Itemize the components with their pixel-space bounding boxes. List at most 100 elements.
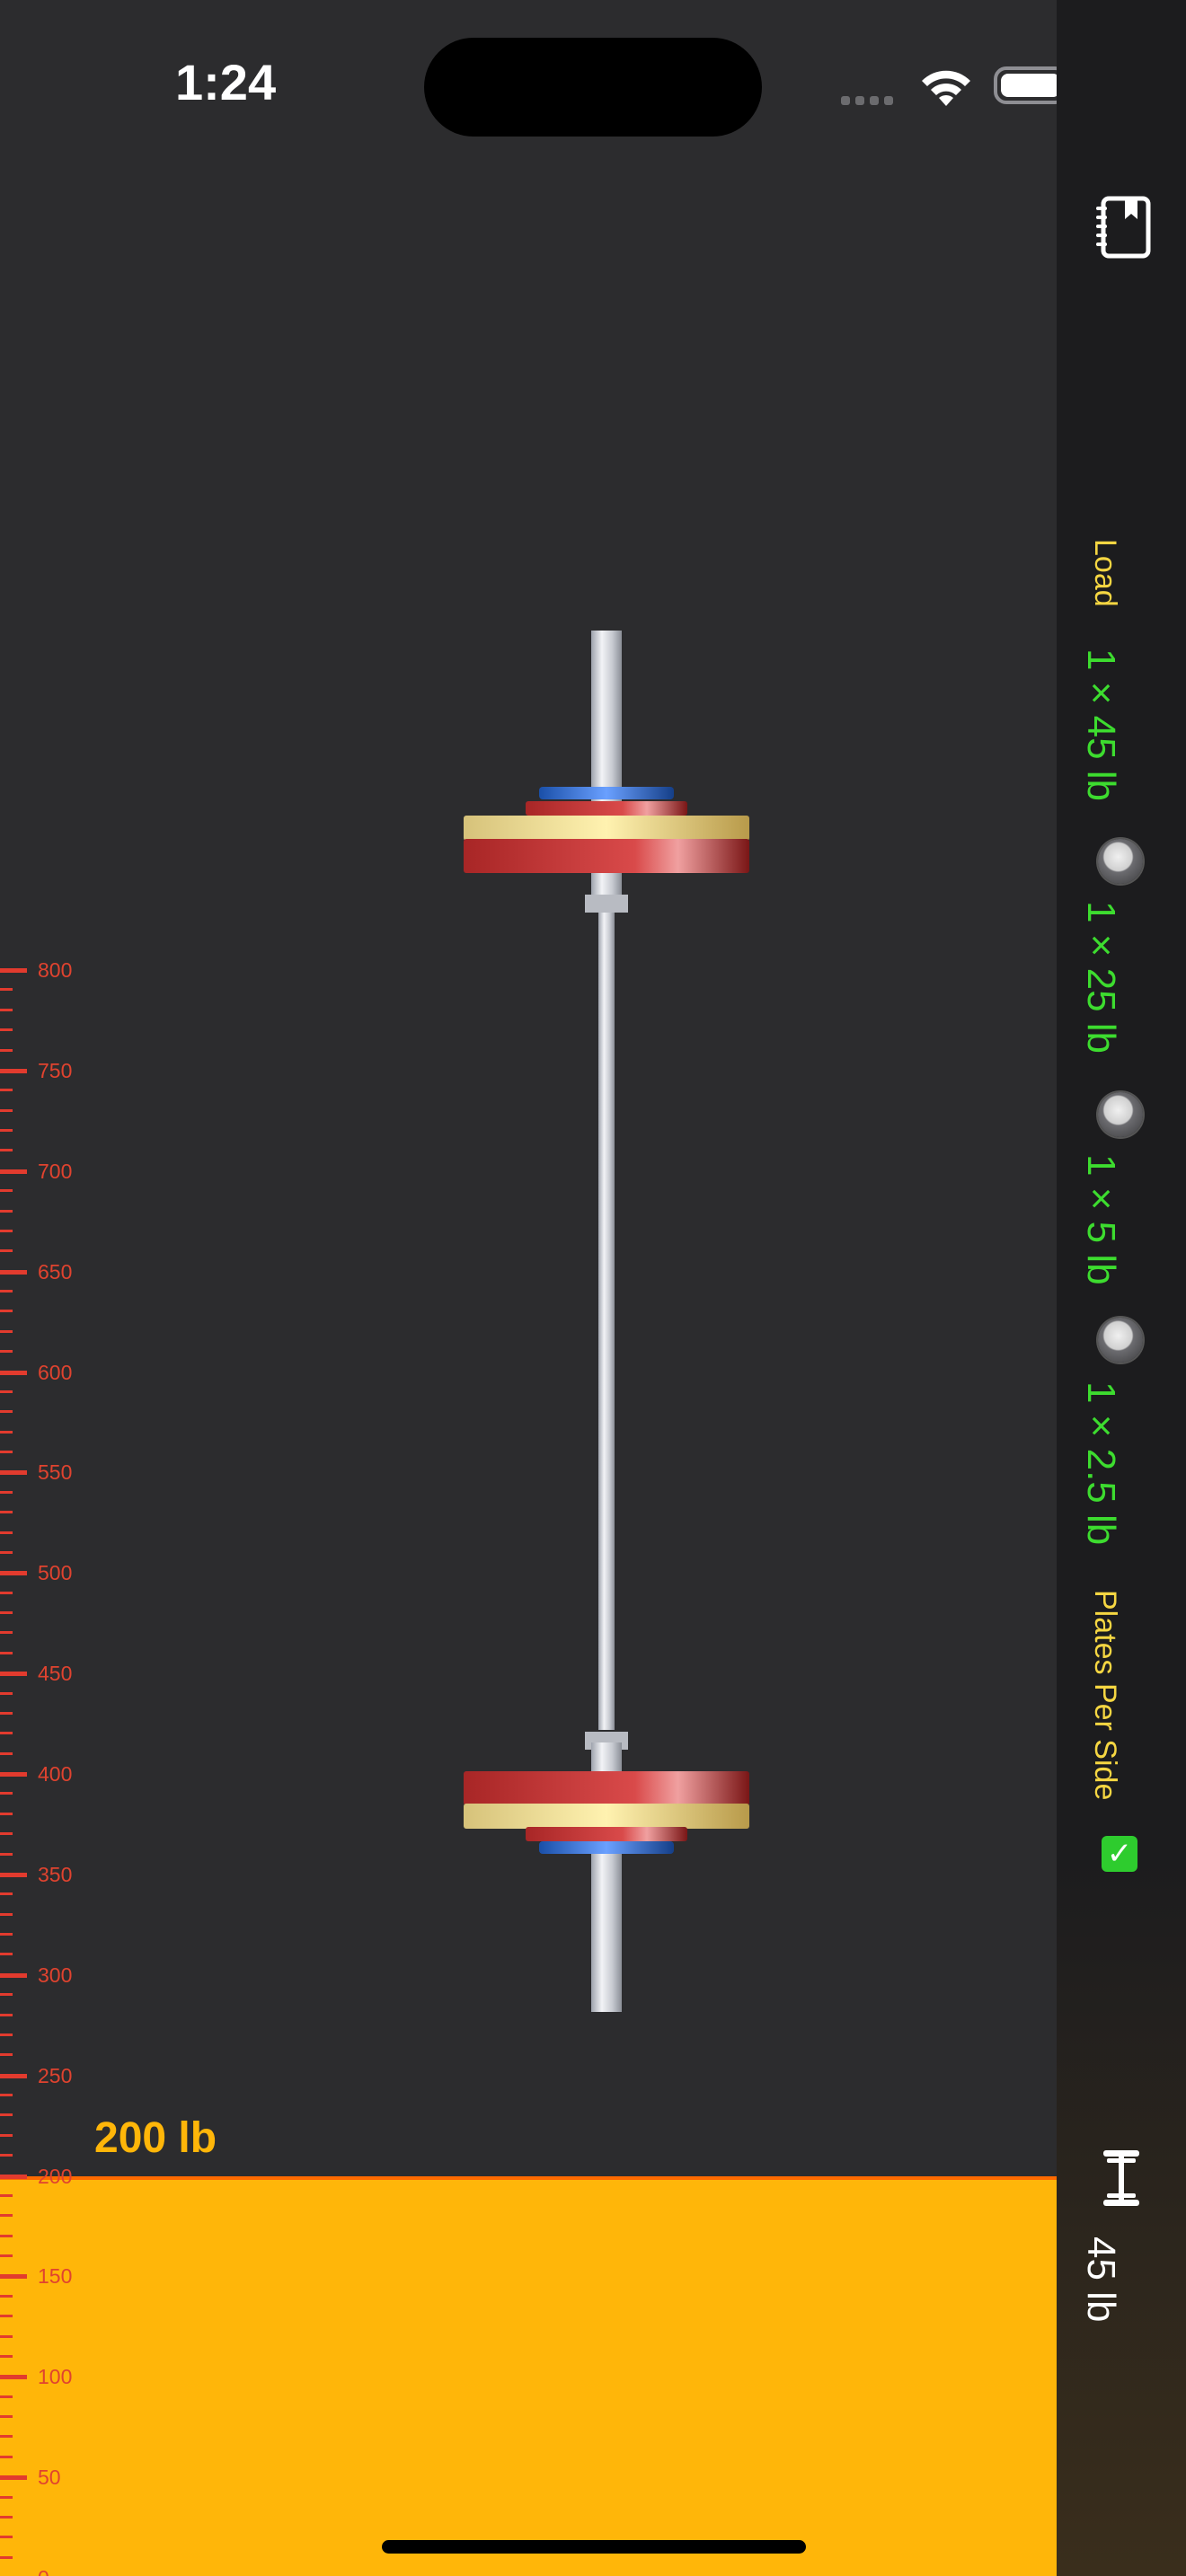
ruler-label: 600 (38, 1360, 73, 1384)
ruler-minor-tick (0, 2455, 13, 2458)
ruler-minor-tick (0, 1108, 13, 1112)
plates-per-side-checkbox[interactable]: ✓ (1102, 1836, 1137, 1872)
ruler-minor-tick (0, 2214, 13, 2218)
barbell-icon[interactable] (1098, 2147, 1145, 2210)
ruler-major-tick (0, 1068, 27, 1073)
ruler-major-tick (0, 1872, 27, 1877)
radio-toggle-3[interactable] (1098, 1318, 1143, 1363)
ruler-minor-tick (0, 2234, 13, 2237)
ruler-label: 750 (38, 1058, 73, 1082)
barbell-visual (464, 631, 749, 2012)
ruler-label: 50 (38, 2466, 61, 2490)
ruler-minor-tick (0, 2495, 13, 2499)
ruler-minor-tick (0, 1611, 13, 1614)
ruler-major-tick (0, 1470, 27, 1476)
ruler-major-tick (0, 2174, 27, 2179)
ruler-minor-tick (0, 1651, 13, 1654)
ruler-label: 700 (38, 1159, 73, 1183)
ruler-minor-tick (0, 2133, 13, 2137)
ruler-minor-tick (0, 1531, 13, 1534)
ruler-major-tick (0, 1169, 27, 1174)
bar-weight-label: 45 lb (1079, 2236, 1123, 2323)
wifi-icon (922, 70, 970, 106)
plate-bottom-5lb (526, 1827, 687, 1841)
ruler-minor-tick (0, 988, 13, 992)
ruler-minor-tick (0, 1711, 13, 1715)
ruler-minor-tick (0, 1691, 13, 1695)
ruler-label: 650 (38, 1259, 73, 1284)
ruler-label: 550 (38, 1460, 73, 1485)
ruler-major-tick (0, 2475, 27, 2481)
ruler-minor-tick (0, 1149, 13, 1152)
plates-per-side-label: Plates Per Side (1088, 1590, 1122, 1801)
ruler-label: 350 (38, 1862, 73, 1886)
cellular-signal-icon (841, 93, 898, 110)
ruler-minor-tick (0, 1350, 13, 1354)
ruler-minor-tick (0, 1028, 13, 1032)
ruler-minor-tick (0, 1993, 13, 1997)
ruler-minor-tick (0, 2536, 13, 2539)
ruler-minor-tick (0, 1591, 13, 1594)
current-weight-label: 200 lb (94, 2113, 217, 2162)
load-label: Load (1088, 539, 1122, 607)
logbook-icon[interactable] (1094, 196, 1154, 259)
ruler-major-tick (0, 1972, 27, 1978)
ruler-minor-tick (0, 1953, 13, 1956)
ruler-minor-tick (0, 2113, 13, 2117)
weight-stage[interactable]: 0 50 100 150 200 250 300 350 400 450 500 550 600 650 7… (0, 0, 1057, 2576)
ruler-major-tick (0, 1571, 27, 1576)
ruler-minor-tick (0, 1209, 13, 1213)
ruler-label: 150 (38, 2264, 73, 2289)
ruler-label: 450 (38, 1662, 73, 1686)
ruler-minor-tick (0, 1550, 13, 1554)
ruler-minor-tick (0, 1451, 13, 1453)
ruler-minor-tick (0, 1912, 13, 1916)
ruler-minor-tick (0, 2013, 13, 2016)
plate-count-2-5[interactable]: 1 × 2.5 lb (1079, 1381, 1123, 1545)
ruler-major-tick (0, 968, 27, 973)
ruler-label: 200 (38, 2164, 73, 2188)
ruler-minor-tick (0, 2395, 13, 2398)
ruler-minor-tick (0, 2415, 13, 2418)
ruler-major-tick (0, 1772, 27, 1777)
plate-count-5[interactable]: 1 × 5 lb (1079, 1154, 1123, 1285)
ruler-minor-tick (0, 1008, 13, 1011)
plate-top-45lb (464, 839, 749, 873)
ruler-minor-tick (0, 2254, 13, 2257)
plate-top-25lb (464, 816, 749, 841)
ruler-minor-tick (0, 1732, 13, 1735)
ruler-minor-tick (0, 1832, 13, 1836)
radio-toggle-1[interactable] (1098, 839, 1143, 884)
ruler-label: 400 (38, 1762, 73, 1786)
ruler-minor-tick (0, 1490, 13, 1494)
ruler-minor-tick (0, 2334, 13, 2338)
ruler-minor-tick (0, 1329, 13, 1333)
ruler-minor-tick (0, 1129, 13, 1132)
dynamic-island (424, 38, 762, 137)
radio-toggle-2[interactable] (1098, 1092, 1143, 1137)
plate-top-2-5lb (539, 787, 674, 799)
ruler-minor-tick (0, 2294, 13, 2298)
home-indicator (382, 2540, 806, 2554)
ruler-minor-tick (0, 1229, 13, 1232)
ruler-minor-tick (0, 2315, 13, 2318)
plate-count-25[interactable]: 1 × 25 lb (1079, 901, 1123, 1054)
ruler-minor-tick (0, 1430, 13, 1434)
plate-count-45[interactable]: 1 × 45 lb (1079, 648, 1123, 801)
ruler-minor-tick (0, 2154, 13, 2157)
ruler-minor-tick (0, 1751, 13, 1755)
ruler-label: 800 (38, 958, 73, 982)
ruler-minor-tick (0, 1410, 13, 1414)
plate-bottom-25lb (464, 1804, 749, 1829)
ruler-label: 100 (38, 2365, 73, 2389)
status-time: 1:24 (175, 54, 277, 110)
weight-ruler[interactable]: 0 50 100 150 200 250 300 350 400 450 500 550 600 650 7… (0, 0, 108, 2576)
ruler-minor-tick (0, 1290, 13, 1292)
ruler-minor-tick (0, 1189, 13, 1193)
ruler-minor-tick (0, 1511, 13, 1514)
weight-fill (0, 2175, 1057, 2576)
ruler-major-tick (0, 1269, 27, 1275)
ruler-label: 500 (38, 1561, 73, 1585)
ruler-label: 300 (38, 1963, 73, 1987)
plate-bottom-45lb (464, 1771, 749, 1805)
